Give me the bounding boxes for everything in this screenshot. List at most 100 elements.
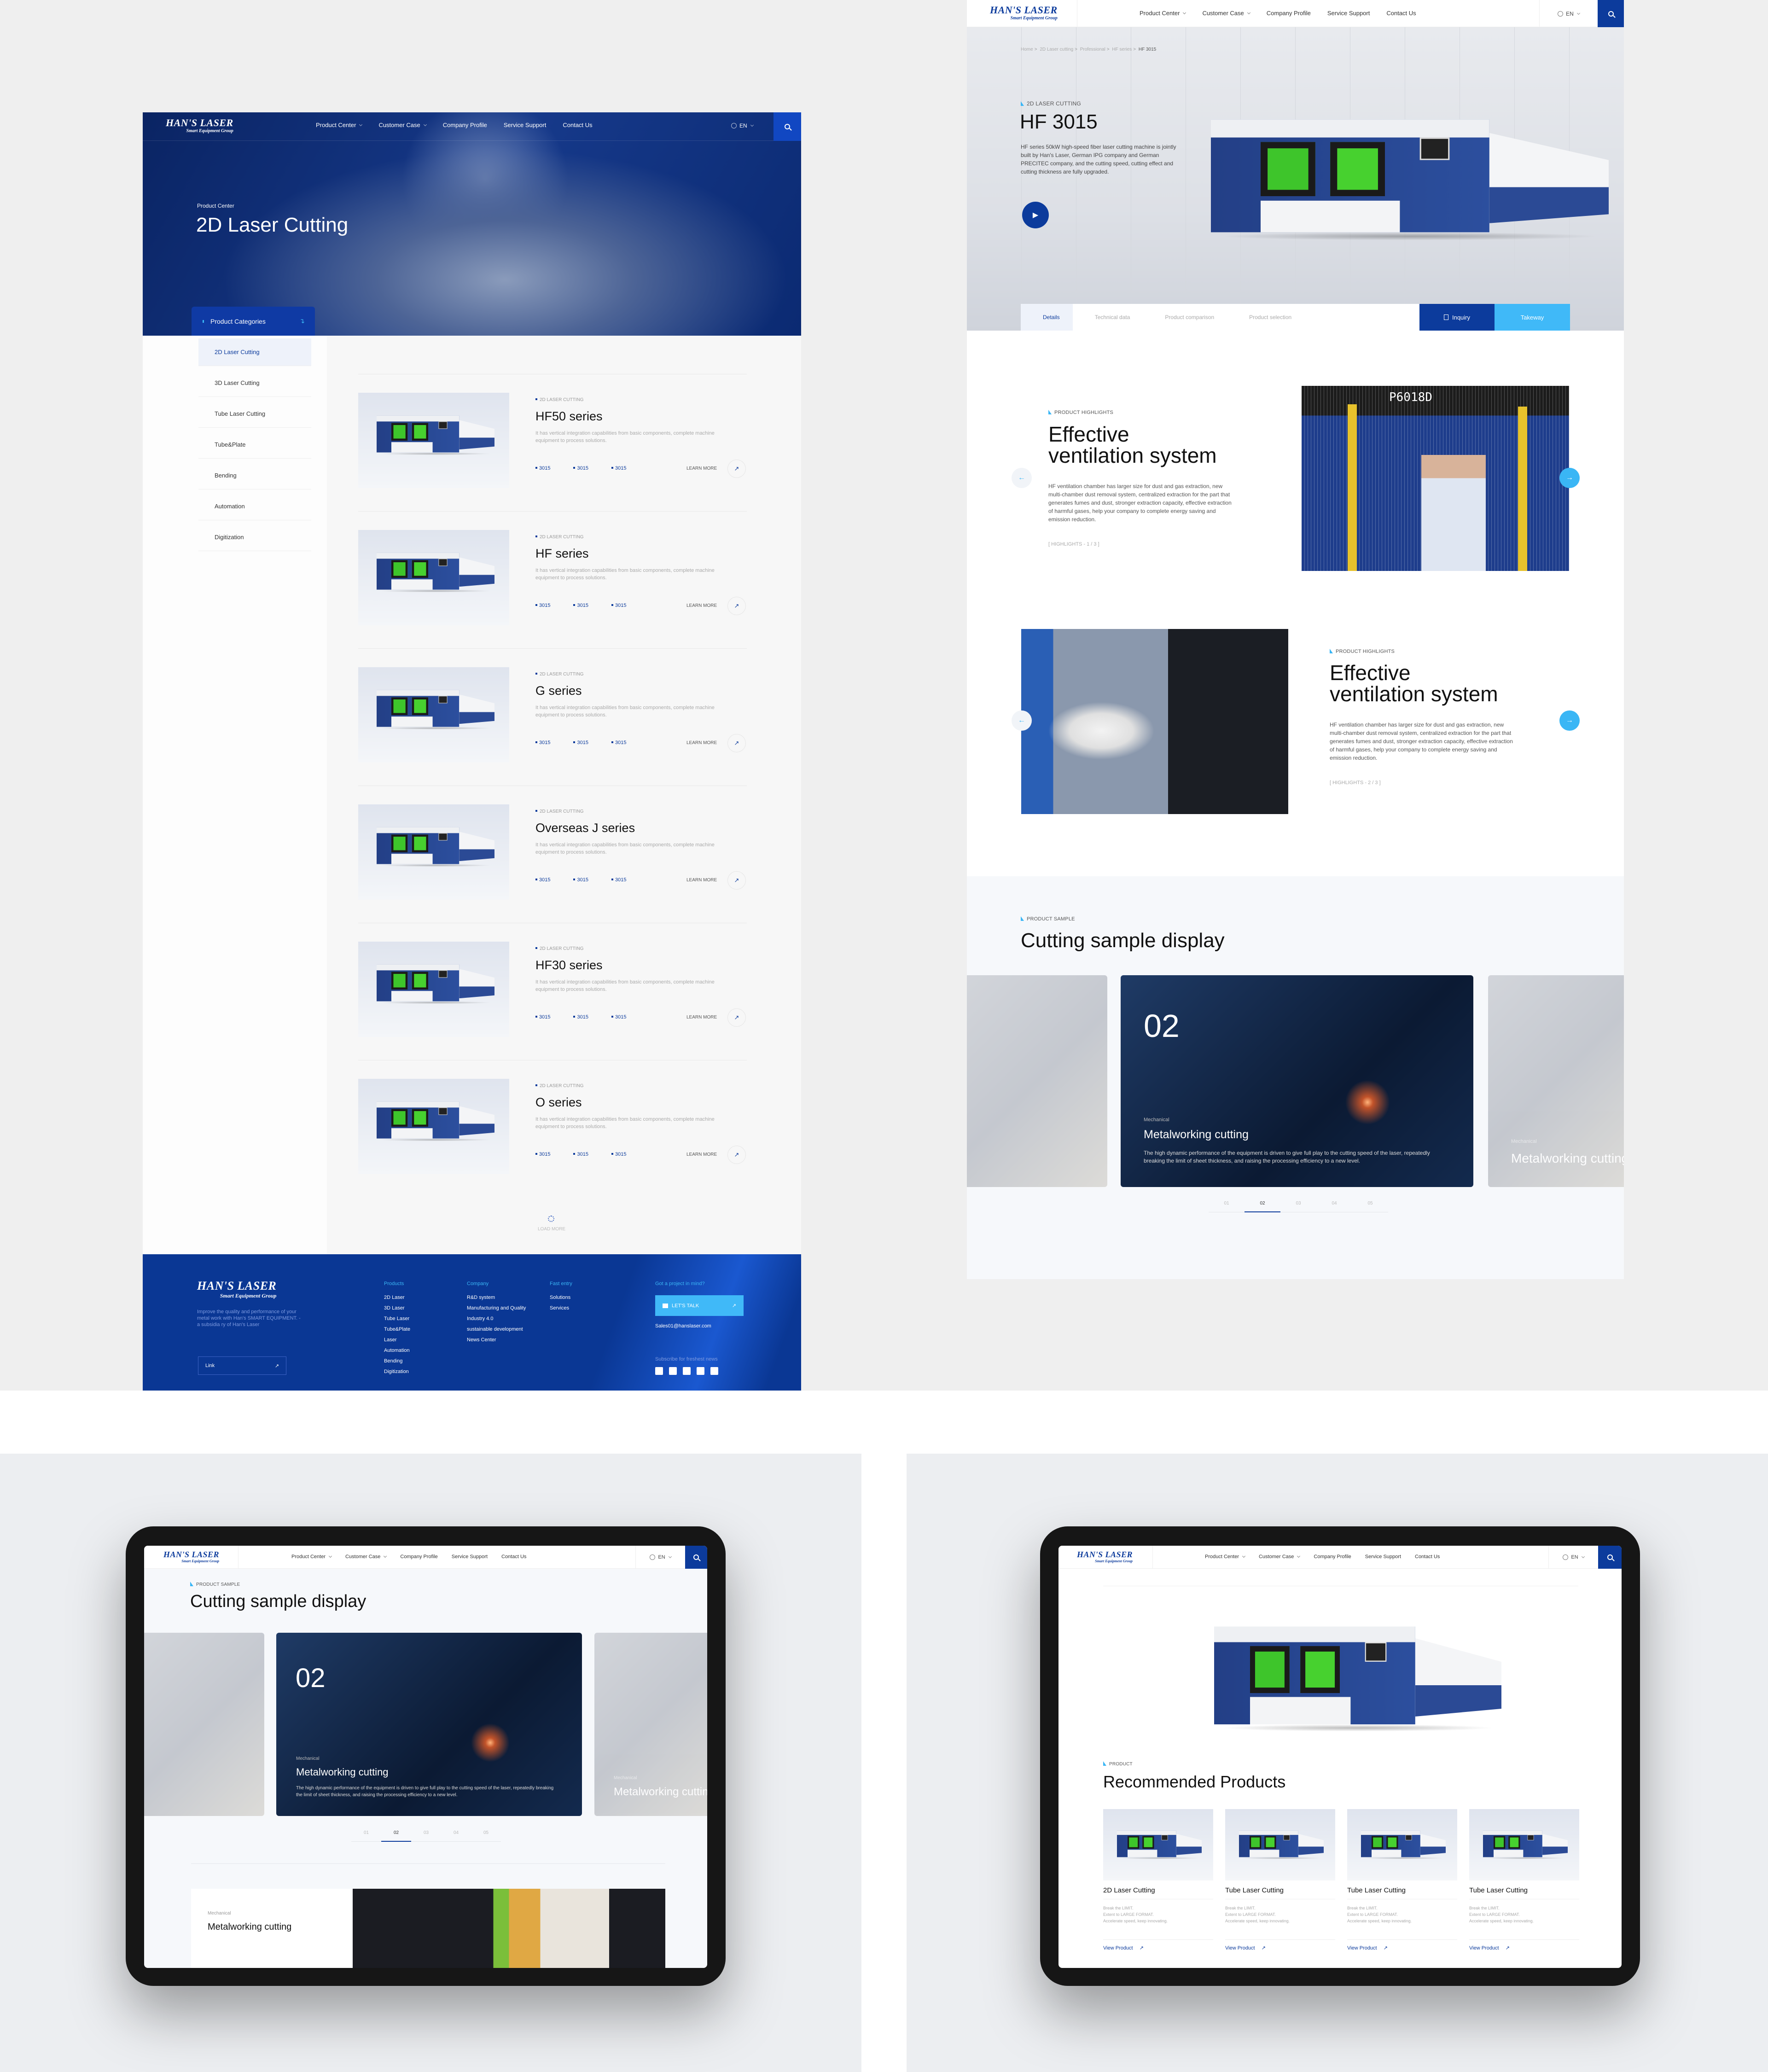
product-categories-toggle[interactable]: Product Categories ↴ <box>192 307 315 336</box>
search-button[interactable] <box>774 112 801 141</box>
footer-link[interactable]: R&D system <box>467 1295 550 1300</box>
logo[interactable]: HAN'S LASER Smart Equipment Group <box>1077 1550 1133 1563</box>
logo[interactable]: HAN'S LASER Smart Equipment Group <box>166 118 233 134</box>
nav-item[interactable]: Customer Case <box>345 1554 387 1560</box>
product-title[interactable]: Overseas J series <box>535 821 635 835</box>
footer-link[interactable]: Tube Laser <box>384 1316 467 1321</box>
nav-item[interactable]: Product Center <box>1140 10 1186 17</box>
product-title[interactable]: O series <box>535 1095 582 1110</box>
page-tab[interactable]: 03 <box>1280 1201 1316 1212</box>
category-item[interactable]: Digitization <box>198 524 311 551</box>
recommended-card[interactable]: Tube Laser Cutting Break the LIMIT. Exten… <box>1469 1809 1579 1956</box>
page-tab[interactable]: 03 <box>411 1830 441 1842</box>
nav-item[interactable]: Product Center <box>291 1554 332 1560</box>
arrow-up-right-icon[interactable]: ↗ <box>727 460 746 478</box>
product-image[interactable] <box>358 393 509 488</box>
page-tab[interactable]: 04 <box>441 1830 471 1842</box>
next-arrow-button[interactable]: → <box>1559 468 1580 488</box>
language-selector[interactable]: EN <box>1548 1546 1598 1569</box>
footer-link[interactable]: Solutions <box>550 1295 633 1300</box>
category-item[interactable]: Tube Laser Cutting <box>198 400 311 428</box>
recommended-card[interactable]: Tube Laser Cutting Break the LIMIT. Exten… <box>1347 1809 1457 1956</box>
arrow-up-right-icon[interactable]: ↗ <box>727 734 746 752</box>
sample-card-prev[interactable] <box>144 1633 264 1816</box>
footer-link[interactable]: Digitization <box>384 1369 467 1374</box>
page-tab[interactable]: 05 <box>1352 1201 1388 1212</box>
product-image[interactable] <box>358 804 509 900</box>
view-product-link[interactable]: View Product ↗ <box>1225 1945 1266 1951</box>
prev-arrow-button[interactable]: ← <box>1012 710 1032 731</box>
footer-link[interactable]: Tube&Plate <box>384 1327 467 1332</box>
footer-link[interactable]: 2D Laser <box>384 1295 467 1300</box>
category-item[interactable]: Tube&Plate <box>198 431 311 459</box>
breadcrumb-item[interactable]: 2D Laser cutting <box>1033 47 1073 52</box>
nav-item[interactable]: Customer Case <box>1259 1554 1301 1560</box>
nav-item[interactable]: Product Center <box>1205 1554 1246 1560</box>
tab[interactable]: Details <box>1021 304 1073 331</box>
product-title[interactable]: HF series <box>535 547 589 561</box>
load-more-button[interactable]: LOAD MORE <box>535 1227 568 1232</box>
nav-item[interactable]: Customer Case <box>378 122 427 128</box>
social-icon[interactable] <box>683 1367 691 1375</box>
category-item[interactable]: Automation <box>198 493 311 520</box>
recommended-card[interactable]: Tube Laser Cutting Break the LIMIT. Exten… <box>1225 1809 1335 1956</box>
logo[interactable]: HAN'S LASER Smart Equipment Group <box>163 1550 219 1563</box>
tab[interactable]: Technical data <box>1073 304 1143 331</box>
sample-card-next[interactable]: Mechanical Metalworking cutting <box>594 1633 707 1816</box>
nav-item[interactable]: Contact Us <box>563 122 592 128</box>
category-item[interactable]: 3D Laser Cutting <box>198 369 311 397</box>
nav-item[interactable]: Company Profile <box>400 1554 437 1560</box>
sample-card-prev[interactable] <box>967 975 1107 1187</box>
nav-item[interactable]: Contact Us <box>1386 10 1416 17</box>
language-selector[interactable]: EN <box>731 122 754 129</box>
arrow-up-right-icon[interactable]: ↗ <box>727 871 746 890</box>
page-tab[interactable]: 01 <box>1209 1201 1245 1212</box>
product-image[interactable] <box>358 942 509 1037</box>
breadcrumb-item[interactable]: Home <box>1021 47 1033 52</box>
search-button[interactable] <box>1598 1546 1622 1569</box>
footer-link[interactable]: 3D Laser <box>384 1305 467 1311</box>
arrow-up-right-icon[interactable]: ↗ <box>727 1008 746 1027</box>
inquiry-button[interactable]: Inquiry <box>1419 304 1495 331</box>
footer-link[interactable]: News Center <box>467 1337 550 1343</box>
footer-link[interactable]: Laser <box>384 1337 467 1343</box>
contact-email[interactable]: Sales01@hanslaser.com <box>655 1323 711 1329</box>
page-tab[interactable]: 01 <box>351 1830 381 1842</box>
footer-link[interactable]: Bending <box>384 1358 467 1364</box>
social-icon[interactable] <box>710 1367 718 1375</box>
learn-more-link[interactable]: LEARN MORE <box>686 1152 717 1157</box>
nav-item[interactable]: Service Support <box>1365 1554 1401 1560</box>
footer-link[interactable]: sustainable development <box>467 1327 550 1332</box>
nav-item[interactable]: Contact Us <box>501 1554 526 1560</box>
tab[interactable]: Product selection <box>1227 304 1304 331</box>
category-item[interactable]: Bending <box>198 462 311 489</box>
learn-more-link[interactable]: LEARN MORE <box>686 603 717 608</box>
social-icon[interactable] <box>655 1367 663 1375</box>
nav-item[interactable]: Contact Us <box>1415 1554 1440 1560</box>
lets-talk-button[interactable]: LET'S TALK ↗ <box>655 1295 744 1316</box>
product-title[interactable]: G series <box>535 684 582 698</box>
nav-item[interactable]: Service Support <box>1327 10 1370 17</box>
language-selector[interactable]: EN <box>1539 0 1598 27</box>
product-image[interactable] <box>358 530 509 625</box>
nav-item[interactable]: Service Support <box>452 1554 488 1560</box>
nav-item[interactable]: Service Support <box>504 122 547 128</box>
product-title[interactable]: HF30 series <box>535 958 603 972</box>
social-icon[interactable] <box>697 1367 704 1375</box>
footer-link-button[interactable]: Link ↗ <box>198 1356 286 1375</box>
product-image[interactable] <box>358 667 509 762</box>
product-title[interactable]: HF50 series <box>535 409 603 424</box>
nav-item[interactable]: Company Profile <box>1267 10 1311 17</box>
page-tab[interactable]: 02 <box>1245 1201 1280 1212</box>
tab[interactable]: Product comparison <box>1143 304 1227 331</box>
breadcrumb-item[interactable]: HF 3015 <box>1132 47 1156 52</box>
breadcrumb-item[interactable]: HF series <box>1105 47 1132 52</box>
learn-more-link[interactable]: LEARN MORE <box>686 740 717 745</box>
logo[interactable]: HAN'S LASER Smart Equipment Group <box>990 5 1058 21</box>
nav-item[interactable]: Customer Case <box>1202 10 1250 17</box>
category-item[interactable]: 2D Laser Cutting <box>198 338 311 366</box>
footer-link[interactable]: Services <box>550 1305 633 1311</box>
arrow-up-right-icon[interactable]: ↗ <box>727 1146 746 1164</box>
prev-arrow-button[interactable]: ← <box>1012 468 1032 488</box>
footer-link[interactable]: Industry 4.0 <box>467 1316 550 1321</box>
